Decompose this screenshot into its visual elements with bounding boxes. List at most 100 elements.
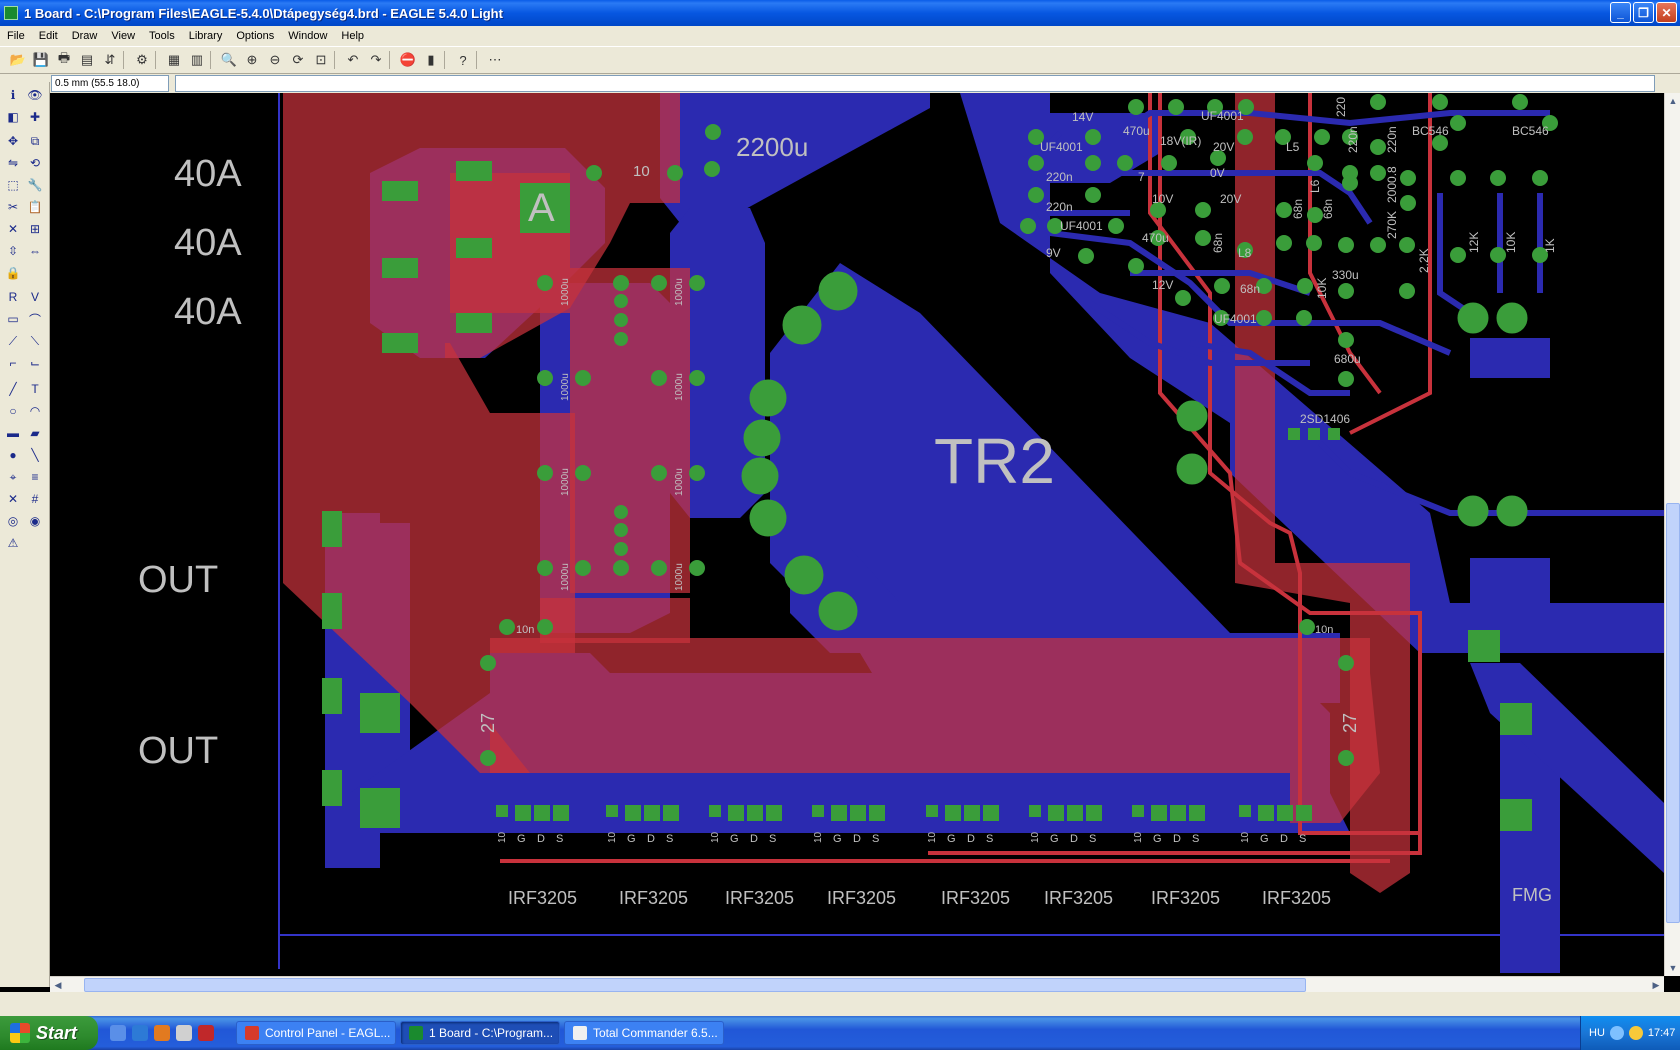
svg-text:68n: 68n xyxy=(1240,282,1260,296)
board-switch-icon[interactable]: ⇵ xyxy=(100,50,120,70)
menu-edit[interactable]: Edit xyxy=(32,30,65,42)
copy-icon[interactable]: ⧉ xyxy=(26,132,44,150)
task-control-panel[interactable]: Control Panel - EAGL... xyxy=(236,1021,396,1045)
via-icon[interactable]: ● xyxy=(4,446,22,464)
scroll-right-icon[interactable]: ▶ xyxy=(1648,977,1664,993)
value-icon[interactable]: V xyxy=(26,288,44,306)
padlock-icon[interactable]: 🔒 xyxy=(4,264,22,282)
zoom-fit-icon[interactable]: 🔍 xyxy=(219,50,239,70)
menu-view[interactable]: View xyxy=(104,30,142,42)
firefox-icon[interactable] xyxy=(154,1025,170,1041)
run-script-icon[interactable]: ▦ xyxy=(164,50,184,70)
menu-tools[interactable]: Tools xyxy=(142,30,182,42)
rect-icon[interactable]: ▬ xyxy=(4,424,22,442)
circle-icon[interactable]: ○ xyxy=(4,402,22,420)
info-icon[interactable]: ℹ xyxy=(4,86,22,104)
warning-icon[interactable]: ⚠ xyxy=(4,534,22,552)
media-icon[interactable] xyxy=(176,1025,192,1041)
task-board[interactable]: 1 Board - C:\Program... xyxy=(400,1021,560,1045)
scroll-left-icon[interactable]: ◀ xyxy=(50,977,66,993)
scroll-down-icon[interactable]: ▼ xyxy=(1665,960,1680,976)
minimize-button[interactable]: _ xyxy=(1610,2,1631,23)
delete-icon[interactable]: ✕ xyxy=(4,220,22,238)
arc-icon[interactable]: ◠ xyxy=(26,402,44,420)
clock[interactable]: 17:47 xyxy=(1648,1027,1676,1039)
group-icon[interactable]: ⬚ xyxy=(4,176,22,194)
help-icon[interactable]: ? xyxy=(453,50,473,70)
language-indicator[interactable]: HU xyxy=(1589,1027,1605,1039)
vertical-scroll-thumb[interactable] xyxy=(1666,503,1680,923)
mirror-icon[interactable]: ⇋ xyxy=(4,154,22,172)
svg-text:220n: 220n xyxy=(1046,200,1073,214)
horizontal-scroll-thumb[interactable] xyxy=(84,978,1306,992)
change-icon[interactable]: 🔧 xyxy=(26,176,44,194)
task-total-commander[interactable]: Total Commander 6.5... xyxy=(564,1021,724,1045)
open-icon[interactable]: 📂 xyxy=(8,50,28,70)
vertical-scrollbar[interactable]: ▲ ▼ xyxy=(1664,93,1680,976)
menu-draw[interactable]: Draw xyxy=(65,30,105,42)
move-icon[interactable]: ✥ xyxy=(4,132,22,150)
network-icon[interactable] xyxy=(1609,1026,1624,1040)
security-icon[interactable] xyxy=(1628,1026,1643,1040)
lock-icon[interactable]: ⇔ xyxy=(26,242,44,260)
show-icon[interactable]: 👁 xyxy=(26,86,44,104)
undo-icon[interactable]: ↶ xyxy=(343,50,363,70)
board-canvas[interactable]: 40A 40A 40A OUT OUT TR2 2200u A 10 FMG 1… xyxy=(50,93,1664,976)
zoom-out-icon[interactable]: ⊖ xyxy=(265,50,285,70)
scroll-up-icon[interactable]: ▲ xyxy=(1665,93,1680,109)
cam-icon[interactable]: ▤ xyxy=(77,50,97,70)
menu-options[interactable]: Options xyxy=(229,30,281,42)
script-icon[interactable]: ⚙ xyxy=(132,50,152,70)
start-button[interactable]: Start xyxy=(0,1016,98,1050)
maximize-button[interactable]: ❐ xyxy=(1633,2,1654,23)
zoom-select-icon[interactable]: ⊡ xyxy=(311,50,331,70)
drc-icon[interactable]: ◎ xyxy=(4,512,22,530)
route-icon[interactable]: ⌐ xyxy=(4,354,22,372)
autorouter-icon[interactable]: # xyxy=(26,490,44,508)
split-icon[interactable]: ⟋ xyxy=(4,332,22,350)
smash-icon[interactable]: ▭ xyxy=(4,310,22,328)
errors-icon[interactable]: ◉ xyxy=(26,512,44,530)
horizontal-scrollbar[interactable]: ◀ ▶ xyxy=(50,976,1664,992)
ripup-icon[interactable]: ⌙ xyxy=(26,354,44,372)
menu-file[interactable]: File xyxy=(0,30,32,42)
menu-help[interactable]: Help xyxy=(334,30,371,42)
mark-icon[interactable]: ✚ xyxy=(26,108,44,126)
eagle-app-icon[interactable] xyxy=(4,6,18,20)
cut-icon[interactable]: ✂ xyxy=(4,198,22,216)
miter-icon[interactable]: ⌒ xyxy=(26,310,44,328)
paste-icon[interactable]: 📋 xyxy=(26,198,44,216)
grid-icon[interactable]: ⋯ xyxy=(485,50,505,70)
text-icon[interactable]: T xyxy=(26,380,44,398)
print-icon[interactable]: 🖶 xyxy=(54,50,74,70)
label-irf3205: IRF3205 xyxy=(725,888,794,908)
ie-icon[interactable] xyxy=(132,1025,148,1041)
add-icon[interactable]: ⊞ xyxy=(26,220,44,238)
redo-icon[interactable]: ↷ xyxy=(366,50,386,70)
replace-icon[interactable]: ⇳ xyxy=(4,242,22,260)
zoom-in-icon[interactable]: ⊕ xyxy=(242,50,262,70)
menu-library[interactable]: Library xyxy=(182,30,230,42)
stop-icon[interactable]: ⛔ xyxy=(398,50,418,70)
svg-text:68n: 68n xyxy=(1211,233,1225,253)
display-icon[interactable]: ◧ xyxy=(4,108,22,126)
save-icon[interactable]: 💾 xyxy=(31,50,51,70)
optimize-icon[interactable]: ⟍ xyxy=(26,332,44,350)
polygon-icon[interactable]: ▰ xyxy=(26,424,44,442)
wire-icon[interactable]: ╱ xyxy=(4,380,22,398)
rotate-icon[interactable]: ⟲ xyxy=(26,154,44,172)
hole-icon[interactable]: ⌖ xyxy=(4,468,22,486)
desktop-icon[interactable] xyxy=(110,1025,126,1041)
go-icon[interactable]: ▮ xyxy=(421,50,441,70)
app-icon[interactable] xyxy=(198,1025,214,1041)
redraw-icon[interactable]: ⟳ xyxy=(288,50,308,70)
command-input[interactable] xyxy=(175,75,1655,92)
menu-window[interactable]: Window xyxy=(281,30,334,42)
close-button[interactable]: ✕ xyxy=(1656,2,1677,23)
attribute-icon[interactable]: ≡ xyxy=(26,468,44,486)
ratsnest-icon[interactable]: ✕ xyxy=(4,490,22,508)
ulp-icon[interactable]: ▥ xyxy=(187,50,207,70)
signal-icon[interactable]: ╲ xyxy=(26,446,44,464)
title-bar[interactable]: 1 Board - C:\Program Files\EAGLE-5.4.0\D… xyxy=(0,0,1680,26)
name-icon[interactable]: R xyxy=(4,288,22,306)
